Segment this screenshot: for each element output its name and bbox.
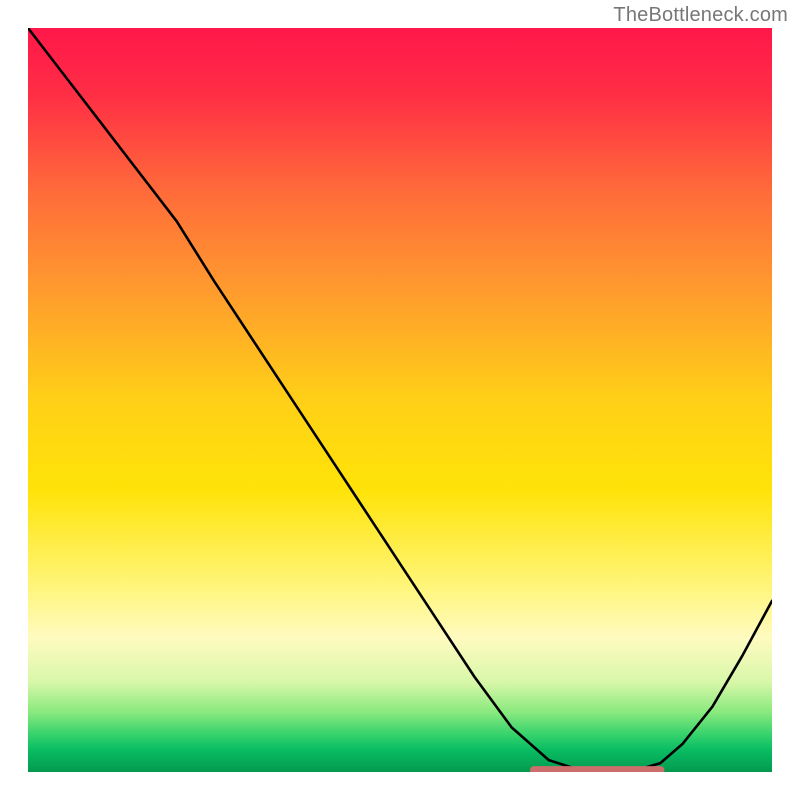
chart-svg [28, 28, 772, 772]
watermark-text: TheBottleneck.com [613, 4, 788, 27]
chart-container: TheBottleneck.com [0, 0, 800, 800]
plot-background [28, 28, 772, 772]
